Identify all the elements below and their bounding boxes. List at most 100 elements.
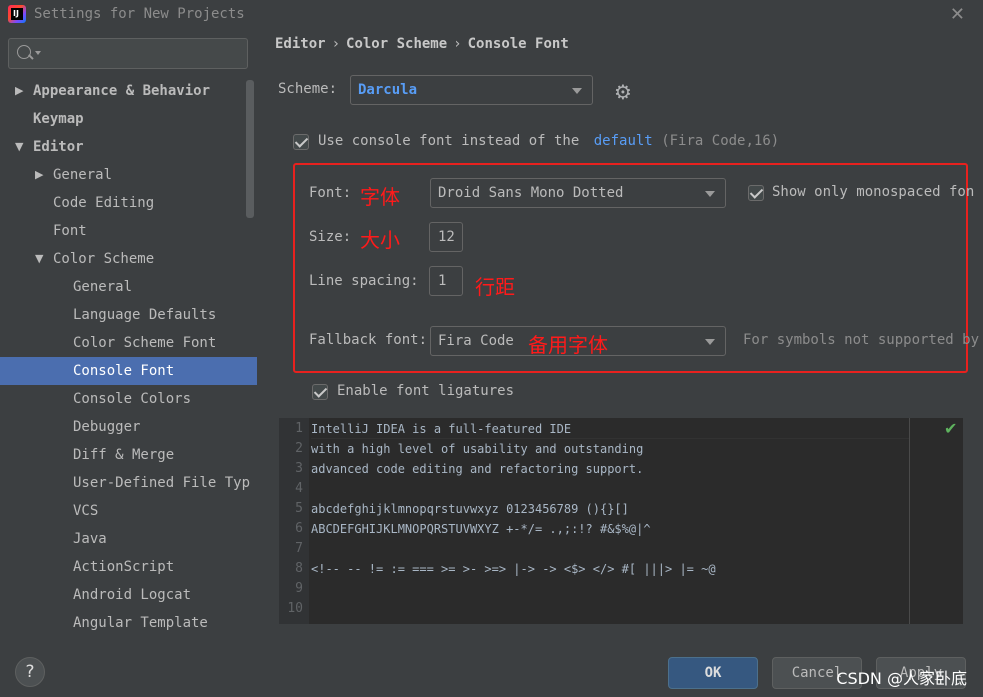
sidebar-item-label: General bbox=[53, 167, 113, 183]
font-annotation: 字体 bbox=[360, 185, 400, 209]
sidebar-item-appearance-behavior[interactable]: ▶ Appearance & Behavior bbox=[0, 77, 257, 105]
fallback-font-label: Fallback font: bbox=[309, 332, 428, 348]
sidebar-item-label: VCS bbox=[73, 503, 99, 519]
settings-main-panel: Editor › Color Scheme › Console Font Scheme:… bbox=[257, 30, 983, 645]
sidebar-item-console-font[interactable]: Console Font bbox=[0, 357, 257, 385]
sidebar-item-debugger[interactable]: Debugger bbox=[0, 413, 257, 441]
sidebar-item-code-editing[interactable]: Code Editing bbox=[0, 189, 257, 217]
sidebar-item-console-colors[interactable]: Console Colors bbox=[0, 385, 257, 413]
line-number: 10 bbox=[287, 601, 303, 616]
sidebar-item-label: Console Font bbox=[73, 363, 175, 379]
preview-line: IntelliJ IDEA is a full-featured IDE bbox=[311, 422, 572, 436]
sidebar-item-label: Debugger bbox=[73, 419, 141, 435]
fallback-font-hint: For symbols not supported by bbox=[743, 332, 980, 348]
expand-arrow-icon[interactable]: ▶ bbox=[35, 161, 43, 189]
line-number-gutter: 1 2 3 4 5 6 7 8 9 10 bbox=[279, 418, 309, 624]
ligatures-checkbox[interactable] bbox=[312, 384, 328, 400]
collapse-arrow-icon[interactable]: ▼ bbox=[15, 133, 23, 161]
preview-line: abcdefghijklmnopqrstuvwxyz 0123456789 ()… bbox=[311, 502, 629, 516]
size-value: 12 bbox=[438, 229, 455, 245]
settings-search-box[interactable] bbox=[8, 38, 248, 69]
sidebar-item-editor[interactable]: ▼ Editor bbox=[0, 133, 257, 161]
sidebar-item-diff-merge[interactable]: Diff & Merge bbox=[0, 441, 257, 469]
sidebar-item-java[interactable]: Java bbox=[0, 525, 257, 553]
sidebar-item-label: Color Scheme Font bbox=[73, 335, 217, 351]
line-number: 4 bbox=[295, 481, 303, 496]
line-spacing-label: Line spacing: bbox=[309, 273, 419, 289]
font-label: Font: bbox=[309, 185, 352, 201]
sidebar-item-color-scheme[interactable]: ▼ Color Scheme bbox=[0, 245, 257, 273]
chevron-down-icon bbox=[572, 88, 582, 94]
font-dropdown[interactable]: Droid Sans Mono Dotted bbox=[430, 178, 726, 208]
scheme-dropdown[interactable]: Darcula bbox=[350, 75, 593, 105]
scheme-value: Darcula bbox=[358, 82, 418, 98]
breadcrumb-separator: › bbox=[453, 36, 462, 52]
line-number: 2 bbox=[295, 441, 303, 456]
default-font-link[interactable]: default bbox=[594, 133, 653, 149]
scheme-label: Scheme: bbox=[278, 81, 338, 97]
use-console-font-checkbox[interactable] bbox=[293, 134, 309, 150]
settings-sidebar: ▶ Appearance & Behavior Keymap ▼ Editor … bbox=[0, 30, 257, 645]
default-font-info: (Fira Code,16) bbox=[661, 133, 780, 149]
sidebar-item-android-logcat[interactable]: Android Logcat bbox=[0, 581, 257, 609]
breadcrumb-item: Editor bbox=[275, 36, 326, 52]
sidebar-item-label: Angular Template bbox=[73, 615, 208, 631]
search-options-chevron-icon[interactable] bbox=[35, 51, 41, 55]
breadcrumb-item: Color Scheme bbox=[346, 36, 448, 52]
sidebar-item-label: Editor bbox=[33, 139, 84, 155]
line-number: 9 bbox=[295, 581, 303, 596]
sidebar-item-label: General bbox=[73, 279, 133, 295]
monospaced-only-label: Show only monospaced fon bbox=[772, 184, 975, 200]
line-number: 1 bbox=[295, 421, 303, 436]
sidebar-item-label: Language Defaults bbox=[73, 307, 217, 323]
title-bar: IJ Settings for New Projects ✕ bbox=[0, 0, 983, 30]
line-number: 3 bbox=[295, 461, 303, 476]
ok-button[interactable]: OK bbox=[668, 657, 758, 689]
sidebar-item-vcs[interactable]: VCS bbox=[0, 497, 257, 525]
breadcrumb-separator: › bbox=[331, 36, 341, 52]
sidebar-item-label: Console Colors bbox=[73, 391, 192, 407]
sidebar-item-font[interactable]: Font bbox=[0, 217, 257, 245]
help-button[interactable]: ? bbox=[15, 657, 45, 687]
collapse-arrow-icon[interactable]: ▼ bbox=[35, 245, 43, 273]
line-number: 5 bbox=[295, 501, 303, 516]
line-spacing-input[interactable]: 1 bbox=[429, 266, 463, 296]
line-number: 6 bbox=[295, 521, 303, 536]
preview-line: <!-- -- != := === >= >- >=> |-> -> <$> <… bbox=[311, 562, 716, 576]
sidebar-item-color-scheme-font[interactable]: Color Scheme Font bbox=[0, 329, 257, 357]
expand-arrow-icon[interactable]: ▶ bbox=[15, 77, 23, 105]
inspection-ok-check-icon: ✔ bbox=[944, 419, 958, 438]
dialog-footer: ? OK Cancel Apply CSDN @人家卧底 bbox=[0, 645, 983, 697]
search-input[interactable] bbox=[49, 44, 239, 61]
editor-right-pane bbox=[910, 418, 963, 624]
size-input[interactable]: 12 bbox=[429, 222, 463, 252]
monospaced-only-checkbox[interactable] bbox=[748, 185, 764, 201]
sidebar-item-color-scheme-general[interactable]: General bbox=[0, 273, 257, 301]
line-spacing-value: 1 bbox=[438, 273, 447, 289]
sidebar-item-label: ActionScript bbox=[73, 559, 175, 575]
sidebar-item-language-defaults[interactable]: Language Defaults bbox=[0, 301, 257, 329]
sidebar-item-user-defined-file-types[interactable]: User-Defined File Typ bbox=[0, 469, 257, 497]
line-number: 8 bbox=[295, 561, 303, 576]
preview-line: ABCDEFGHIJKLMNOPQRSTUVWXYZ +-*/= .,;:!? … bbox=[311, 522, 651, 536]
gear-icon[interactable]: ⚙ bbox=[614, 80, 632, 104]
sidebar-item-actionscript[interactable]: ActionScript bbox=[0, 553, 257, 581]
sidebar-scrollbar[interactable] bbox=[246, 80, 254, 218]
sidebar-item-angular-template[interactable]: Angular Template bbox=[0, 609, 257, 637]
font-preview-editor[interactable]: 1 2 3 4 5 6 7 8 9 10 IntelliJ IDEA is a … bbox=[279, 418, 963, 624]
close-icon[interactable]: ✕ bbox=[950, 4, 965, 25]
sidebar-item-label: Keymap bbox=[33, 111, 84, 127]
search-icon[interactable] bbox=[17, 45, 31, 59]
window-title: Settings for New Projects bbox=[34, 6, 245, 22]
sidebar-item-label: User-Defined File Typ bbox=[73, 475, 251, 491]
use-console-font-text: Use console font instead of the bbox=[318, 133, 580, 149]
breadcrumb: Editor › Color Scheme › Console Font bbox=[275, 36, 569, 52]
fallback-font-annotation: 备用字体 bbox=[528, 333, 608, 357]
size-annotation: 大小 bbox=[360, 228, 400, 252]
size-label: Size: bbox=[309, 229, 352, 245]
sidebar-item-label: Code Editing bbox=[53, 195, 155, 211]
intellij-app-icon: IJ bbox=[8, 5, 26, 23]
sidebar-item-keymap[interactable]: Keymap bbox=[0, 105, 257, 133]
csdn-watermark: CSDN @人家卧底 bbox=[836, 669, 967, 688]
sidebar-item-general[interactable]: ▶ General bbox=[0, 161, 257, 189]
